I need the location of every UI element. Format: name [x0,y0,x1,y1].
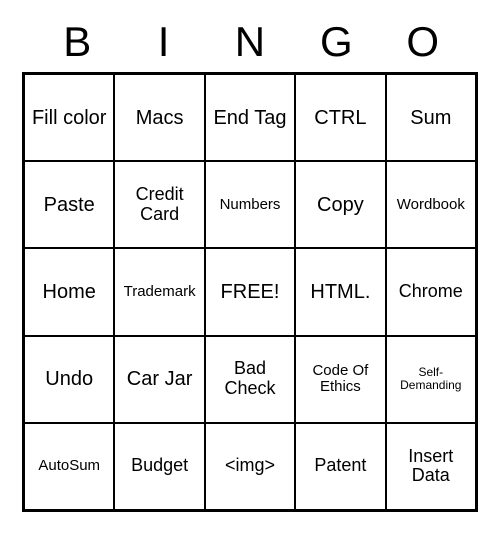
bingo-cell[interactable]: Code Of Ethics [295,336,385,423]
bingo-cell[interactable]: Copy [295,161,385,248]
bingo-cell[interactable]: Undo [24,336,114,423]
bingo-cell[interactable]: Numbers [205,161,295,248]
bingo-header: B I N G O [22,18,478,66]
bingo-cell[interactable]: Bad Check [205,336,295,423]
bingo-cell[interactable]: Insert Data [386,423,476,510]
header-letter-b: B [34,18,120,66]
bingo-cell[interactable]: Paste [24,161,114,248]
bingo-cell[interactable]: HTML. [295,248,385,335]
bingo-cell[interactable]: Credit Card [114,161,204,248]
bingo-cell[interactable]: Car Jar [114,336,204,423]
bingo-cell[interactable]: Patent [295,423,385,510]
header-letter-i: I [120,18,206,66]
header-letter-o: O [380,18,466,66]
bingo-cell[interactable]: CTRL [295,74,385,161]
bingo-cell[interactable]: AutoSum [24,423,114,510]
bingo-cell[interactable]: Self-Demanding [386,336,476,423]
header-letter-g: G [293,18,379,66]
bingo-cell[interactable]: Trademark [114,248,204,335]
bingo-cell[interactable]: Wordbook [386,161,476,248]
bingo-cell[interactable]: Chrome [386,248,476,335]
header-letter-n: N [207,18,293,66]
bingo-card: B I N G O Fill color Macs End Tag CTRL S… [0,0,500,544]
bingo-cell[interactable]: Sum [386,74,476,161]
bingo-cell[interactable]: Fill color [24,74,114,161]
bingo-cell[interactable]: Budget [114,423,204,510]
bingo-cell-free[interactable]: FREE! [205,248,295,335]
bingo-cell[interactable]: End Tag [205,74,295,161]
bingo-cell[interactable]: Home [24,248,114,335]
bingo-cell[interactable]: Macs [114,74,204,161]
bingo-cell[interactable]: <img> [205,423,295,510]
bingo-grid: Fill color Macs End Tag CTRL Sum Paste C… [22,72,478,512]
